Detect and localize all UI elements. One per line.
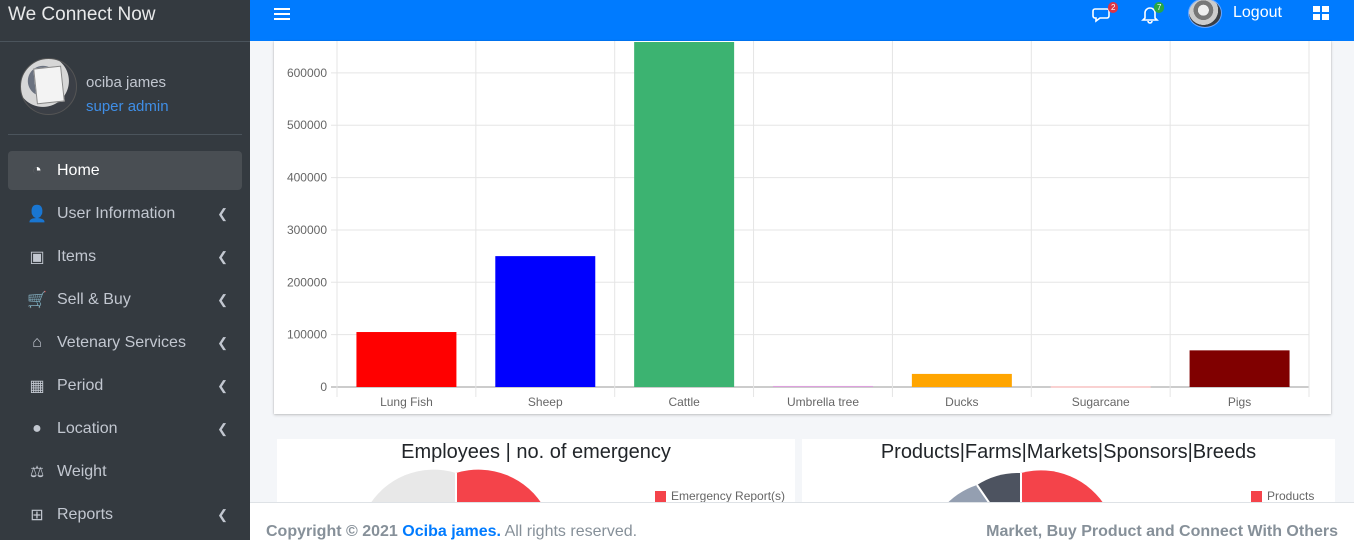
pie-legend[interactable]: Products bbox=[1251, 489, 1314, 503]
sidebar-item-label: Period bbox=[57, 376, 104, 394]
chevron-left-icon: ❮ bbox=[217, 506, 228, 522]
rights-text: All rights reserved. bbox=[504, 523, 638, 540]
calendar-icon: ▦ bbox=[29, 377, 45, 395]
y-tick-label: 300000 bbox=[287, 223, 327, 237]
topbar-user-avatar[interactable] bbox=[1188, 0, 1222, 28]
map-marker-icon: ● bbox=[32, 419, 42, 437]
footer-copyright: Copyright © 2021 Ociba james. All rights… bbox=[266, 523, 637, 540]
sidebar-item-weight[interactable]: ⚖ Weight bbox=[8, 452, 242, 491]
sidebar-item-label: User Information bbox=[57, 204, 176, 222]
products-pie-card: Products|Farms|Markets|Sponsors|Breeds P… bbox=[802, 439, 1335, 509]
chevron-left-icon: ❮ bbox=[217, 291, 228, 307]
logout-link[interactable]: Logout bbox=[1233, 4, 1282, 22]
legend-swatch bbox=[655, 490, 666, 502]
brand-link[interactable]: We Connect Now bbox=[0, 0, 250, 42]
messages-badge: 2 bbox=[1108, 2, 1119, 13]
x-tick-label: Ducks bbox=[945, 395, 978, 409]
balance-scale-icon: ⚖ bbox=[29, 463, 45, 481]
bar-chart: 0 100000 200000 300000 400000 500000 600000 Lun… bbox=[287, 41, 1310, 409]
bar bbox=[634, 42, 735, 387]
user-panel: ociba james super admin bbox=[8, 42, 242, 135]
bar bbox=[1189, 350, 1290, 387]
author-link[interactable]: Ociba james. bbox=[402, 523, 501, 540]
sidebar-item-home[interactable]: ◔ Home bbox=[8, 151, 242, 190]
chevron-left-icon: ❮ bbox=[217, 205, 228, 221]
cart-icon: 🛒 bbox=[27, 291, 47, 309]
sidebar-item-label: Items bbox=[57, 247, 97, 265]
hamburger-menu-icon[interactable] bbox=[274, 8, 290, 24]
chevron-left-icon: ❮ bbox=[217, 377, 228, 393]
sidebar-item-label: Weight bbox=[57, 462, 107, 480]
x-tick-label: Lung Fish bbox=[380, 395, 433, 409]
x-tick-label: Sugarcane bbox=[1072, 395, 1130, 409]
x-tick-label: Sheep bbox=[528, 395, 563, 409]
sidebar-nav: ◔ Home 👤 User Information ❮ ▣ Items ❮ 🛒 Sell & Bu… bbox=[8, 151, 242, 538]
user-role[interactable]: super admin bbox=[86, 98, 169, 115]
sidebar-item-label: Reports bbox=[57, 505, 114, 523]
sidebar: We Connect Now ociba james super admin ◔… bbox=[0, 0, 250, 540]
notifications-badge: 7 bbox=[1154, 2, 1165, 13]
bar bbox=[773, 385, 873, 387]
sidebar-item-label: Location bbox=[57, 419, 118, 437]
user-name[interactable]: ociba james bbox=[86, 74, 166, 91]
chevron-left-icon: ❮ bbox=[217, 248, 228, 264]
sidebar-item-label: Sell & Buy bbox=[57, 290, 131, 308]
user-icon: 👤 bbox=[27, 205, 47, 223]
sidebar-item-period[interactable]: ▦ Period ❮ bbox=[8, 366, 242, 405]
sidebar-item-location[interactable]: ● Location ❮ bbox=[8, 409, 242, 448]
employees-pie-card: Employees | no. of emergency Emergency R… bbox=[277, 439, 795, 509]
bar bbox=[495, 256, 596, 387]
bar bbox=[1050, 386, 1151, 388]
x-tick-label: Pigs bbox=[1228, 395, 1251, 409]
bar-chart-card: 0 100000 200000 300000 400000 500000 600000 Lun… bbox=[274, 41, 1331, 414]
sidebar-item-label: Home bbox=[57, 161, 100, 179]
y-tick-label: 500000 bbox=[287, 118, 327, 132]
chevron-left-icon: ❮ bbox=[217, 334, 228, 350]
pie-legend[interactable]: Emergency Report(s) bbox=[655, 489, 785, 503]
top-navbar: 2 7 Logout bbox=[250, 0, 1354, 41]
bar bbox=[911, 373, 1012, 387]
legend-label: Products bbox=[1267, 489, 1315, 503]
bar bbox=[356, 332, 457, 387]
x-tick-label: Cattle bbox=[668, 395, 700, 409]
sidebar-item-items[interactable]: ▣ Items ❮ bbox=[8, 237, 242, 276]
copyright-text: Copyright © 2021 bbox=[266, 523, 398, 540]
footer-tagline: Market, Buy Product and Connect With Oth… bbox=[986, 523, 1338, 540]
object-group-icon: ▣ bbox=[29, 248, 45, 266]
x-tick-label: Umbrella tree bbox=[787, 395, 859, 409]
sidebar-item-user-information[interactable]: 👤 User Information ❮ bbox=[8, 194, 242, 233]
legend-swatch bbox=[1251, 490, 1262, 502]
apps-grid-icon[interactable] bbox=[1313, 6, 1329, 20]
chevron-left-icon: ❮ bbox=[217, 420, 228, 436]
y-tick-label: 400000 bbox=[287, 171, 327, 185]
y-tick-label: 200000 bbox=[287, 275, 327, 289]
medkit-icon: ⊞ bbox=[30, 506, 44, 524]
y-tick-label: 0 bbox=[320, 380, 327, 394]
home-icon: ⌂ bbox=[32, 333, 42, 351]
footer: Copyright © 2021 Ociba james. All rights… bbox=[250, 502, 1354, 540]
legend-label: Emergency Report(s) bbox=[671, 489, 786, 503]
sidebar-item-sell-buy[interactable]: 🛒 Sell & Buy ❮ bbox=[8, 280, 242, 319]
sidebar-item-label: Vetenary Services bbox=[57, 333, 186, 351]
y-tick-label: 100000 bbox=[287, 328, 327, 342]
sidebar-item-vetenary-services[interactable]: ⌂ Vetenary Services ❮ bbox=[8, 323, 242, 362]
sidebar-item-reports[interactable]: ⊞ Reports ❮ bbox=[8, 495, 242, 534]
user-avatar[interactable] bbox=[20, 58, 77, 115]
tachometer-icon: ◔ bbox=[32, 161, 42, 179]
y-tick-label: 600000 bbox=[287, 66, 327, 80]
